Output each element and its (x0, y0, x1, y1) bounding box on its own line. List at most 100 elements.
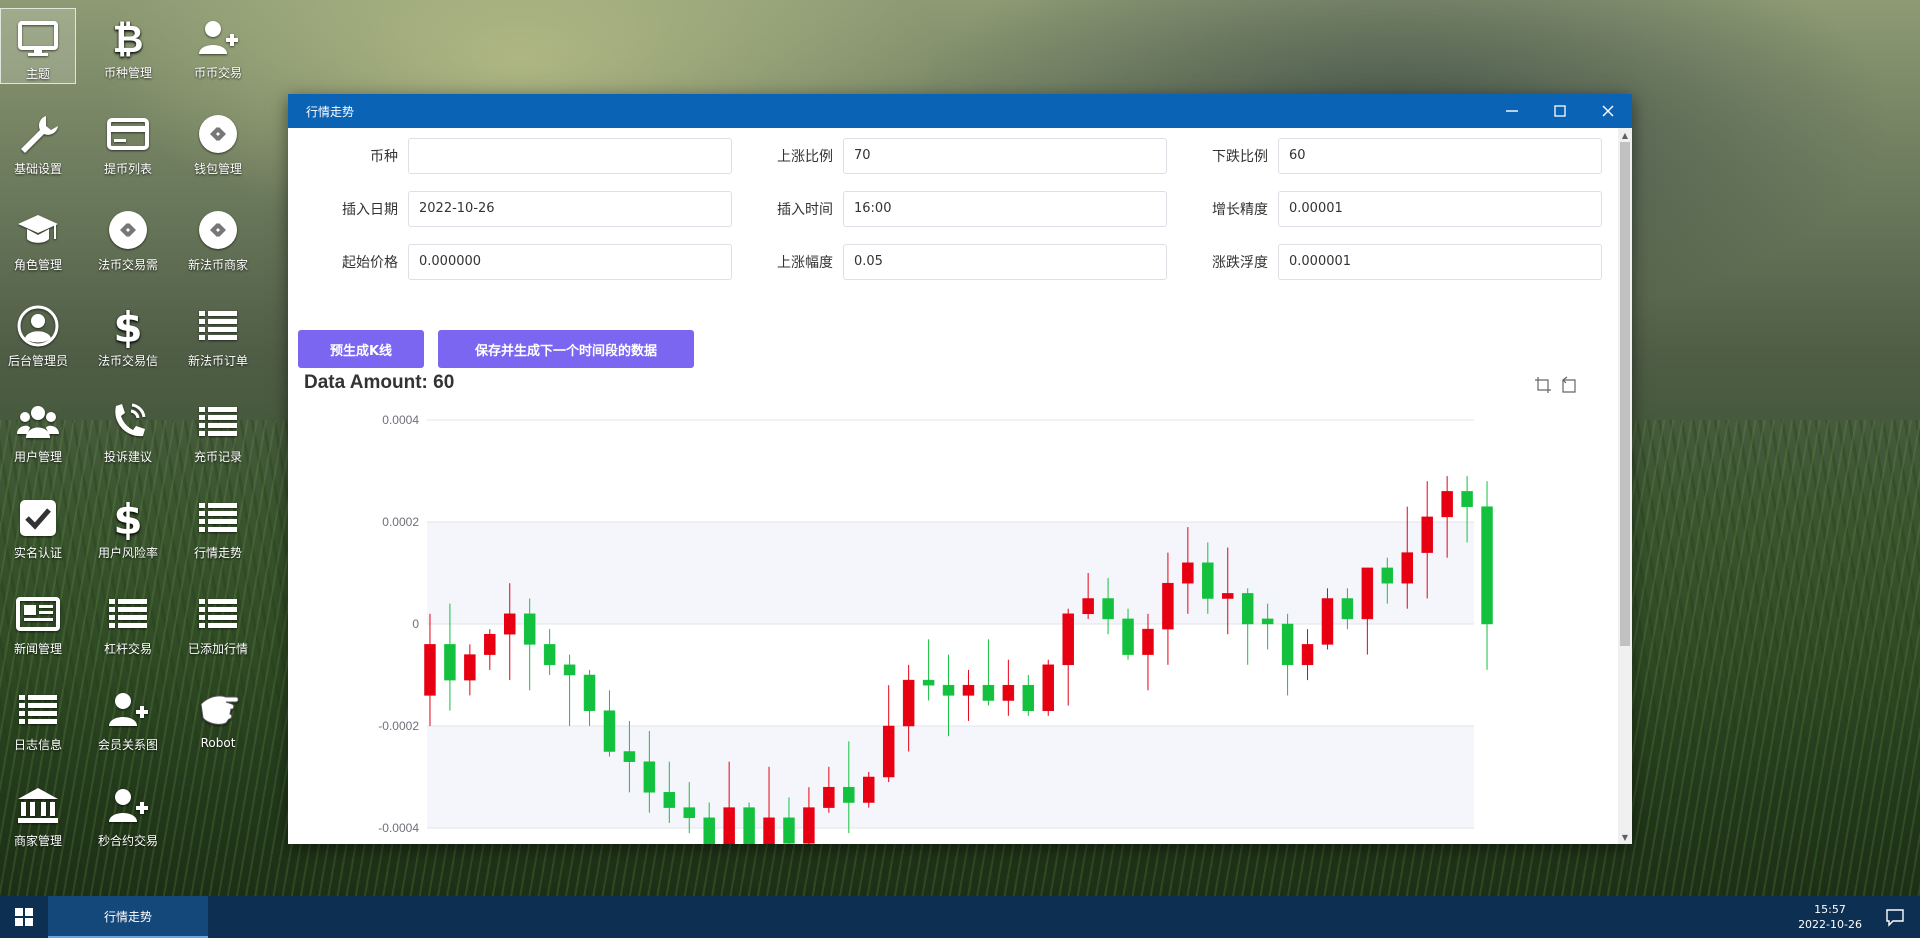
candle-body (743, 807, 755, 844)
candle-body (982, 684, 995, 701)
rise-ratio-input[interactable]: 70 (843, 138, 1167, 174)
desktop-icon-5[interactable]: 提币列表 (90, 104, 166, 180)
fall-ratio-input[interactable]: 60 (1278, 138, 1602, 174)
candle-body (1441, 491, 1453, 518)
fluctuation-input[interactable]: 0.000001 (1278, 244, 1602, 280)
desktop-icon-4[interactable]: 基础设置 (0, 104, 76, 180)
desktop-icon-25[interactable]: 商家管理 (0, 776, 76, 852)
save-and-generate-next-button[interactable]: 保存并生成下一个时间段的数据 (438, 330, 694, 368)
desktop-icon-label: Robot (200, 736, 236, 750)
desktop-icon-13[interactable]: 用户管理 (0, 392, 76, 468)
window-scrollbar[interactable]: ▲ ▼ (1618, 128, 1632, 844)
window-titlebar[interactable]: 行情走势 (288, 94, 1632, 128)
desktop-icon-20[interactable]: 杠杆交易 (90, 584, 166, 660)
start-price-input[interactable]: 0.000000 (408, 244, 732, 280)
desktop-icon-12[interactable]: 新法币订单 (180, 296, 256, 372)
fluctuation-label: 涨跌浮度 (1212, 255, 1268, 271)
user-circle-icon (17, 305, 59, 347)
desktop-icon-label: 日志信息 (13, 738, 62, 752)
exchange-icon (199, 115, 237, 153)
maximize-button[interactable] (1536, 94, 1584, 128)
pregenerate-kline-button[interactable]: 预生成K线 (298, 330, 424, 368)
desktop-icon-22[interactable]: 日志信息 (0, 680, 76, 756)
desktop-icon-label: 角色管理 (13, 258, 62, 272)
desktop-icon-24[interactable]: Robot (180, 680, 256, 756)
list-icon (199, 407, 237, 436)
candle-body (523, 613, 536, 645)
y-axis-tick-label: 0.0004 (382, 413, 419, 427)
desktop-icon-7[interactable]: 角色管理 (0, 200, 76, 276)
rise-ratio-label: 上涨比例 (777, 149, 833, 165)
candle-body (1241, 593, 1254, 625)
desktop-icon-18[interactable]: 行情走势 (180, 488, 256, 564)
desktop-icon-14[interactable]: 投诉建议 (90, 392, 166, 468)
fall-ratio-label: 下跌比例 (1212, 149, 1268, 165)
insert-time-input[interactable]: 16:00 (843, 191, 1167, 227)
desktop-icon-label: 用户风险率 (97, 546, 158, 560)
desktop-icon-2[interactable]: ₿ 币种管理 (90, 8, 166, 84)
desktop-icon-11[interactable]: $ 法币交易信 (90, 296, 166, 372)
desktop-icon-16[interactable]: 实名认证 (0, 488, 76, 564)
start-button[interactable] (0, 896, 48, 938)
desktop-icon-label: 会员关系图 (97, 738, 158, 752)
scroll-up-icon[interactable]: ▲ (1618, 128, 1632, 142)
desktop-icon-3[interactable]: 币币交易 (180, 8, 256, 84)
insert-date-input[interactable]: 2022-10-26 (408, 191, 732, 227)
scroll-thumb[interactable] (1620, 142, 1630, 646)
desktop-icon-10[interactable]: 后台管理员 (0, 296, 76, 372)
desktop-icon-label: 币币交易 (193, 66, 242, 80)
desktop-icon-label: 用户管理 (13, 450, 62, 464)
candle-body (723, 807, 735, 844)
rise-range-input[interactable]: 0.05 (843, 244, 1167, 280)
desktop-icon-6[interactable]: 钱包管理 (180, 104, 256, 180)
y-axis-tick-label: 0.0002 (382, 515, 419, 529)
desktop-icon-label: 币种管理 (103, 66, 152, 80)
desktop-icon-label: 已添加行情 (187, 642, 248, 656)
close-button[interactable] (1584, 94, 1632, 128)
desktop-icon-17[interactable]: $ 用户风险率 (90, 488, 166, 564)
minimize-icon (1506, 110, 1518, 112)
minimize-button[interactable] (1488, 94, 1536, 128)
coin-input[interactable] (408, 138, 732, 174)
monitor-icon (18, 21, 58, 56)
window-content: 币种 上涨比例 70 下跌比例 60 插入日期 2022-10-26 插入时间 … (288, 128, 1618, 844)
desktop-icon-label: 基础设置 (13, 162, 62, 176)
growth-precision-input[interactable]: 0.00001 (1278, 191, 1602, 227)
form-row-1: 币种 上涨比例 70 下跌比例 60 (288, 138, 1608, 176)
desktop-icon-23[interactable]: 会员关系图 (90, 680, 166, 756)
candle-body (783, 817, 795, 844)
candle-body (1481, 506, 1493, 625)
candle-body (1341, 598, 1354, 620)
notification-icon[interactable] (1884, 906, 1906, 928)
dollar-icon: $ (113, 304, 142, 348)
desktop-icon-label: 秒合约交易 (97, 834, 158, 848)
desktop-icon-label: 新闻管理 (13, 642, 62, 656)
clock-date: 2022-10-26 (1798, 918, 1862, 931)
desktop-icon-21[interactable]: 已添加行情 (180, 584, 256, 660)
desktop-icon-26[interactable]: 秒合约交易 (90, 776, 166, 852)
desktop-icon-label: 充币记录 (193, 450, 242, 464)
desktop-icon-9[interactable]: 新法币商家 (180, 200, 256, 276)
desktop-icon-label: 法币交易需 (97, 258, 158, 272)
chart-band (427, 726, 1474, 828)
taskbar-item-market-trend[interactable]: 行情走势 (48, 896, 208, 938)
candle-body (444, 644, 456, 681)
desktop-icon-label: 杠杆交易 (103, 642, 152, 656)
candle-body (1281, 623, 1294, 666)
scroll-down-icon[interactable]: ▼ (1618, 830, 1632, 844)
candle-body (1361, 567, 1374, 620)
desktop-icon-1[interactable]: 主题 (0, 8, 76, 84)
candle-body (663, 792, 676, 808)
desktop-icon-19[interactable]: 新闻管理 (0, 584, 76, 660)
taskbar-clock[interactable]: 15:57 2022-10-26 (1798, 902, 1862, 932)
check-square-icon (20, 500, 56, 536)
chart-band (427, 522, 1474, 624)
desktop-icon-8[interactable]: 法币交易需 (90, 200, 166, 276)
candle-body (623, 751, 636, 762)
desktop-icon-15[interactable]: 充币记录 (180, 392, 256, 468)
y-axis-tick-label: -0.0002 (378, 719, 419, 733)
market-trend-window: 行情走势 币种 上涨比例 70 下跌比例 60 插入日期 2022-10-26 … (288, 94, 1632, 844)
kline-chart[interactable]: 0.0004 0.0002 0 -0.0002 -0.0004 (288, 390, 1608, 844)
phone-icon (115, 403, 146, 437)
candle-body (1062, 613, 1074, 666)
